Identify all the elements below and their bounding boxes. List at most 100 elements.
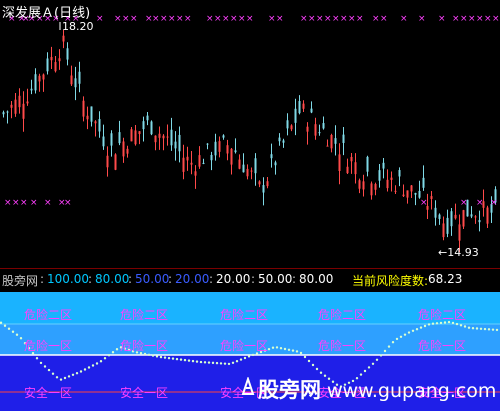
candle-body: [402, 194, 405, 197]
marker-x: ×: [206, 14, 214, 24]
level-80: 80.00: [95, 272, 130, 286]
indicator-dot: [99, 360, 103, 363]
indicator-dot: [271, 346, 275, 349]
candle-body: [302, 103, 305, 109]
indicator-dot: [279, 347, 283, 350]
indicator-dot: [239, 358, 243, 361]
candle-body: [102, 136, 105, 147]
zone-danger2-label: 危险二区: [418, 308, 467, 322]
indicator-dot: [95, 362, 99, 365]
marker-x: ×: [380, 14, 388, 24]
watermark: 股旁网 www.gupang.com: [258, 374, 496, 404]
marker-x: ×: [372, 14, 380, 24]
indicator-dot: [51, 372, 55, 375]
indicator-dot: [315, 367, 319, 371]
candle-body: [306, 126, 309, 132]
candle-body: [390, 177, 393, 180]
watermark-chinese: 股旁网: [258, 378, 321, 402]
marker-x: ×: [348, 14, 356, 24]
level-50: 50.00: [135, 272, 170, 286]
candle-body: [146, 115, 149, 121]
candle-body: [438, 214, 441, 219]
indicator-dot: [215, 361, 219, 365]
indicator-dot: [227, 362, 231, 366]
candle-body: [206, 143, 209, 145]
marker-x: ×: [438, 14, 446, 24]
indicator-dot: [115, 348, 119, 351]
candle-body: [282, 140, 285, 143]
indicator-dot: [423, 324, 427, 328]
zone-danger1-label: 危险一区: [220, 339, 269, 353]
indicator-dot: [463, 325, 467, 328]
candle-body: [394, 190, 397, 192]
candle-body: [342, 134, 345, 143]
candle-body: [142, 121, 145, 130]
candle-body: [286, 120, 289, 129]
price-chart[interactable]: × ××× × × × × × × × × × × × × × × × × × × × × × × × × × × × × × × × × × × × ×…: [0, 0, 500, 270]
risk-value: 68.23: [428, 272, 463, 286]
candle-body: [398, 170, 401, 177]
candle-body: [366, 156, 369, 172]
level-80-b: 80.00: [299, 272, 334, 286]
candle-body: [110, 133, 113, 146]
level-separator: :: [128, 272, 133, 286]
candle-body: [214, 141, 217, 156]
candle-body: [74, 78, 77, 88]
zone-danger1-label: 危险一区: [418, 339, 467, 353]
zone-danger2-label: 危险二区: [220, 308, 269, 322]
candle-body: [234, 150, 237, 153]
marker-x: ×: [316, 14, 324, 24]
indicator-dot: [419, 326, 423, 329]
zone-safe1-label: 安全一区: [120, 386, 169, 400]
candle-body: [26, 101, 29, 104]
candle-body: [158, 133, 161, 138]
indicator-dot: [179, 358, 183, 361]
marker-x: ×: [114, 14, 122, 24]
indicator-dot: [207, 361, 211, 364]
candle-body: [154, 135, 157, 143]
marker-x: ×: [468, 14, 476, 24]
level-separator: :: [292, 272, 297, 286]
candle-body: [382, 162, 385, 169]
candle-body: [42, 74, 45, 80]
candle-body: [6, 111, 9, 113]
candle-body: [30, 88, 33, 91]
marker-x: ×: [276, 14, 284, 24]
indicator-dot: [475, 327, 479, 330]
price-low-label: ←14.93: [438, 246, 479, 259]
zone-danger2-label: 危险二区: [24, 308, 73, 322]
price-high-label: 18.20: [62, 20, 94, 33]
candle-body: [50, 56, 53, 61]
candle-body: [434, 207, 437, 218]
zone-danger2-label: 危险二区: [120, 308, 169, 322]
indicator-dot: [79, 370, 83, 373]
candle-body: [174, 141, 177, 149]
candle-body: [130, 129, 133, 142]
indicator-dot: [267, 347, 271, 351]
marker-x: ×: [476, 198, 484, 208]
marker-x: ×: [476, 14, 484, 24]
candle-body: [246, 168, 249, 177]
candle-body: [118, 132, 121, 144]
marker-x: ×: [96, 14, 104, 24]
candle-body: [114, 154, 117, 170]
level-50-b: 50.00: [258, 272, 293, 286]
candle-body: [190, 162, 193, 165]
indicator-dot: [403, 333, 407, 336]
indicator-dot: [7, 327, 11, 330]
candle-body: [254, 158, 257, 174]
marker-x: ×: [222, 14, 230, 24]
level-separator: :: [251, 272, 256, 286]
marker-x: ×: [300, 14, 308, 24]
candle-body: [486, 207, 489, 224]
candle-body: [310, 108, 313, 113]
indicator-dot: [407, 331, 411, 334]
indicator-dot: [399, 335, 403, 338]
candle-body: [470, 214, 473, 217]
indicator-dot: [183, 358, 187, 362]
candle-body: [414, 193, 417, 195]
marker-x: ×: [176, 14, 184, 24]
indicator-dot: [59, 378, 63, 381]
marker-x: ×: [44, 198, 52, 208]
indicator-dot: [363, 369, 367, 373]
